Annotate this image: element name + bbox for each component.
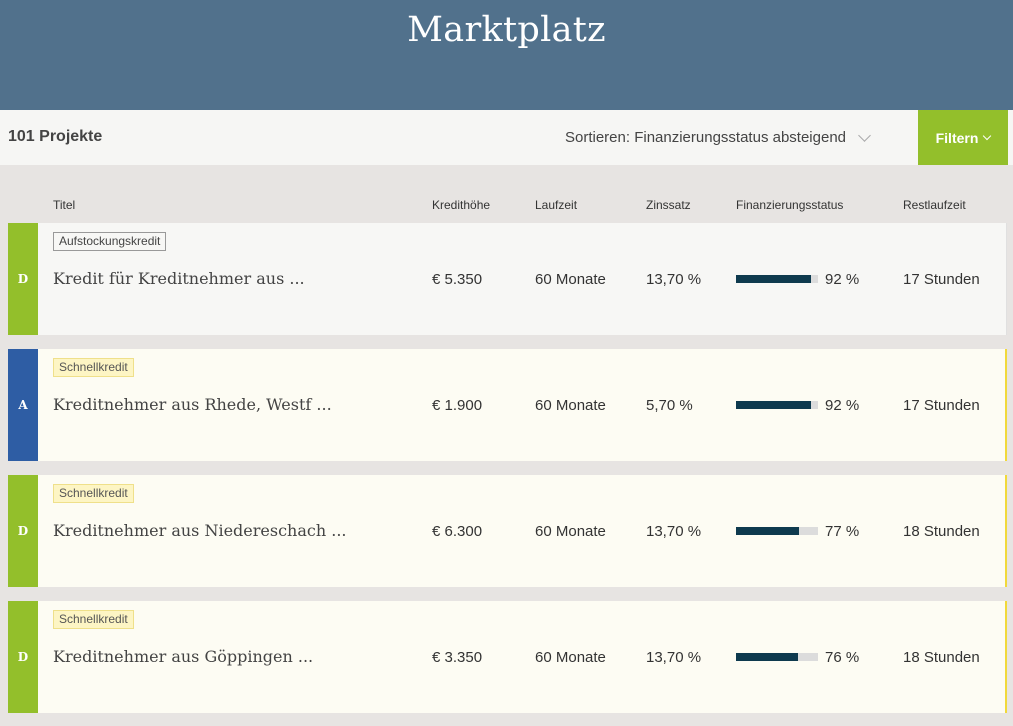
loan-title[interactable]: Kreditnehmer aus Rhede, Westf ... xyxy=(53,395,332,414)
grade-badge: A xyxy=(8,349,38,461)
filter-button[interactable]: Filtern xyxy=(918,110,1008,165)
funding-progress-fill xyxy=(736,527,800,535)
loan-amount: € 3.350 xyxy=(432,649,483,666)
funding-percent: 92 % xyxy=(825,271,860,288)
sort-dropdown[interactable]: Sortieren: Finanzierungsstatus absteigen… xyxy=(565,128,871,146)
loan-row[interactable]: D Schnellkredit Kreditnehmer aus Göpping… xyxy=(8,601,1007,713)
loan-tag: Schnellkredit xyxy=(53,484,134,503)
column-header-title[interactable]: Titel xyxy=(53,198,75,212)
funding-percent: 92 % xyxy=(825,397,860,414)
page-title: Marktplatz xyxy=(407,10,606,50)
column-header-term[interactable]: Laufzeit xyxy=(535,198,577,212)
grade-badge: D xyxy=(8,475,38,587)
loan-row[interactable]: A Schnellkredit Kreditnehmer aus Rhede, … xyxy=(8,349,1007,461)
funding-percent: 77 % xyxy=(825,523,860,540)
loan-row[interactable]: D Schnellkredit Kreditnehmer aus Niedere… xyxy=(8,475,1007,587)
column-header-status[interactable]: Finanzierungsstatus xyxy=(736,198,843,212)
sort-label: Sortieren: Finanzierungsstatus absteigen… xyxy=(565,129,847,146)
funding-progress-fill xyxy=(736,653,799,661)
loan-row[interactable]: D Aufstockungskredit Kredit für Kreditne… xyxy=(8,223,1007,335)
loan-amount: € 6.300 xyxy=(432,523,483,540)
loan-title[interactable]: Kreditnehmer aus Göppingen ... xyxy=(53,647,313,666)
loan-rate: 13,70 % xyxy=(646,649,702,666)
grade-badge: D xyxy=(8,601,38,713)
loan-term: 60 Monate xyxy=(535,271,606,288)
loan-title[interactable]: Kredit für Kreditnehmer aus ... xyxy=(53,269,305,288)
funding-progress-bar xyxy=(736,401,818,409)
column-header-rate[interactable]: Zinssatz xyxy=(646,198,691,212)
toolbar: 101 Projekte Sortieren: Finanzierungssta… xyxy=(0,110,1013,165)
loan-remaining: 17 Stunden xyxy=(903,271,980,288)
funding-progress-bar xyxy=(736,275,818,283)
loan-rate: 5,70 % xyxy=(646,397,693,414)
loan-rate: 13,70 % xyxy=(646,271,702,288)
loan-term: 60 Monate xyxy=(535,397,606,414)
chevron-down-icon xyxy=(983,131,992,141)
loan-remaining: 18 Stunden xyxy=(903,649,980,666)
loan-tag: Aufstockungskredit xyxy=(53,232,167,251)
chevron-down-icon xyxy=(858,128,871,142)
funding-progress-fill xyxy=(736,401,812,409)
page-header: Marktplatz xyxy=(0,0,1013,110)
column-header-remaining[interactable]: Restlaufzeit xyxy=(903,198,966,212)
loan-remaining: 18 Stunden xyxy=(903,523,980,540)
column-header-amount[interactable]: Kredithöhe xyxy=(432,198,490,212)
funding-progress-bar xyxy=(736,527,818,535)
loan-tag: Schnellkredit xyxy=(53,610,134,629)
loan-amount: € 1.900 xyxy=(432,397,483,414)
loan-title[interactable]: Kreditnehmer aus Niedereschach ... xyxy=(53,521,347,540)
loan-amount: € 5.350 xyxy=(432,271,483,288)
project-count: 101 Projekte xyxy=(8,128,103,145)
loan-term: 60 Monate xyxy=(535,523,606,540)
filter-label: Filtern xyxy=(935,129,979,146)
loan-rate: 13,70 % xyxy=(646,523,702,540)
funding-percent: 76 % xyxy=(825,649,860,666)
funding-progress-fill xyxy=(736,275,812,283)
loan-term: 60 Monate xyxy=(535,649,606,666)
grade-badge: D xyxy=(8,223,38,335)
loan-remaining: 17 Stunden xyxy=(903,397,980,414)
funding-progress-bar xyxy=(736,653,818,661)
loan-tag: Schnellkredit xyxy=(53,358,134,377)
